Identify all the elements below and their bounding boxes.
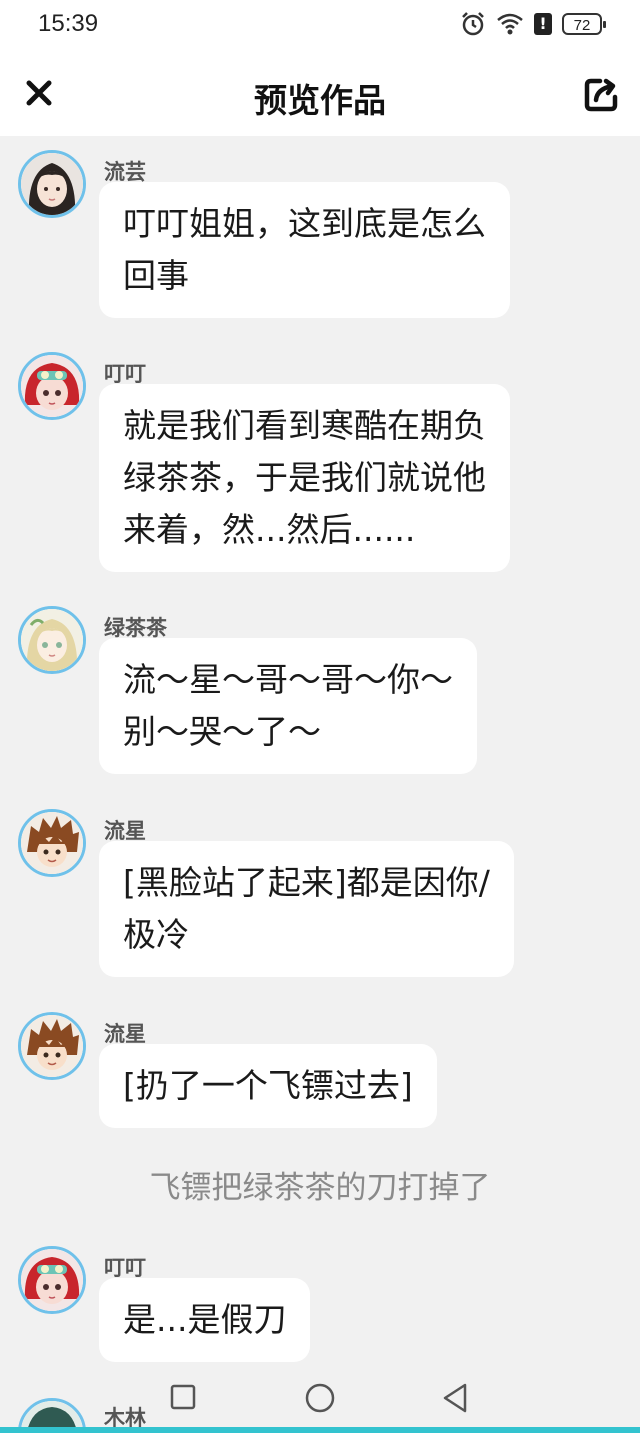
status-bar: 15:39 ! 72 — [0, 0, 640, 48]
narration-text: 飞镖把绿茶茶的刀打掉了 — [149, 1170, 491, 1206]
message-bubble: 流～星～哥～哥～你～ 别～哭～了～ — [99, 638, 477, 774]
avatar[interactable] — [18, 1246, 86, 1314]
avatar[interactable] — [18, 809, 86, 877]
message-bubble: [扔了一个飞镖过去] — [99, 1044, 437, 1128]
avatar-liuyun-image — [21, 153, 83, 215]
avatar[interactable] — [18, 1012, 86, 1080]
message-bubble: [黑脸站了起来]都是因你/ 极冷 — [99, 841, 514, 977]
chat-list[interactable]: 流芸 叮叮姐姐，这到底是怎么 回事 叮叮 就是我们看到寒酷在期负 绿茶茶，于是我… — [0, 136, 640, 1433]
status-time: 15:39 — [38, 10, 99, 37]
status-icons: ! 72 — [460, 10, 606, 38]
wifi-icon — [497, 13, 523, 35]
back-triangle-icon[interactable] — [440, 1382, 470, 1414]
top-nav: 预览作品 — [0, 48, 640, 136]
message-bubble: 叮叮姐姐，这到底是怎么 回事 — [99, 182, 510, 318]
message-bubble: 是...是假刀 — [99, 1278, 311, 1362]
message-bubble: 就是我们看到寒酷在期负 绿茶茶，于是我们就说他 来着，然...然后...... — [99, 384, 510, 572]
avatar-dingding-image — [21, 355, 83, 417]
avatar-lvchacha-image — [21, 609, 83, 671]
battery-indicator: 72 — [562, 13, 606, 35]
avatar[interactable] — [18, 606, 86, 674]
alarm-icon — [462, 12, 484, 36]
avatar-liuxing-image — [21, 1015, 83, 1077]
recents-square-icon[interactable] — [169, 1383, 197, 1411]
avatar[interactable] — [18, 352, 86, 420]
avatar-liuxing-image — [21, 812, 83, 874]
bottom-accent-strip — [0, 1427, 640, 1433]
avatar[interactable] — [18, 150, 86, 218]
avatar-dingding-image — [21, 1249, 83, 1311]
page-title: 预览作品 — [254, 81, 386, 120]
home-circle-icon[interactable] — [304, 1382, 336, 1414]
share-icon[interactable] — [582, 76, 620, 114]
alert-icon: ! — [534, 13, 552, 35]
